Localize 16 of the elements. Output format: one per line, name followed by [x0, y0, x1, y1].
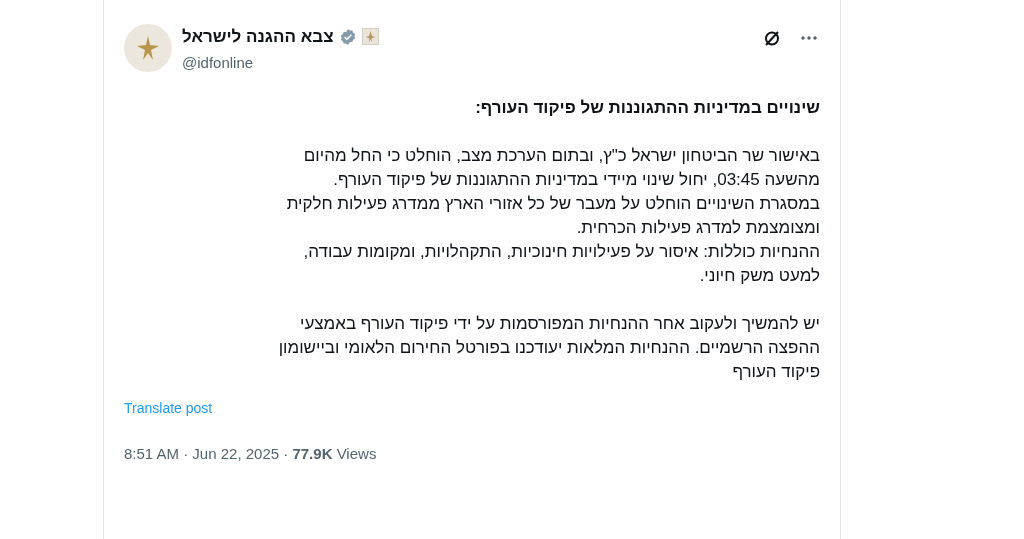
post-text-line: למעט משק חיוני. [699, 265, 820, 287]
post-text-line: באישור שר הביטחון ישראל כ"ץ, ובתום הערכת מצב, הוחלט כי החל מהיום [303, 145, 820, 167]
post-title: שינויים במדיניות ההתגוננות של פיקוד העורף: [475, 97, 820, 119]
avatar[interactable] [124, 24, 172, 72]
post-text-line: מהשעה 03:45, יחול שינוי מיידי במדיניות ההתגוננות של פיקוד העורף. [333, 169, 820, 191]
post-text-line: פיקוד העורף [732, 361, 820, 383]
post-text-line: יש להמשיך ולעקוב אחר ההנחיות המפורסמות על ידי פיקוד העורף באמצעי [300, 313, 820, 335]
post-text-line: ההפצה הרשמיים. ההנחיות המלאות יעודכנו בפורטל החירום הלאומי וביישומון [278, 337, 820, 359]
post-meta: 8:51 AM · Jun 22, 2025 · 77.9K Views [124, 444, 377, 464]
post-text-line: ומצומצמת למדרג פעילות הכרחית. [576, 217, 820, 239]
author-handle[interactable]: @idfonline [182, 51, 379, 74]
author-name[interactable]: צבא ההגנה לישראל [182, 24, 334, 50]
affiliate-badge-icon [361, 28, 379, 46]
post-text-line: ההנחיות כוללות: איסור על פעילויות חינוכיות, התקהלויות, ומקומות עבודה, [303, 241, 820, 263]
post-text-line: במסגרת השינויים הוחלט על מעבר של כל אזורי הארץ ממדרג פעילות חלקית [286, 193, 820, 215]
more-icon[interactable] [800, 35, 818, 41]
